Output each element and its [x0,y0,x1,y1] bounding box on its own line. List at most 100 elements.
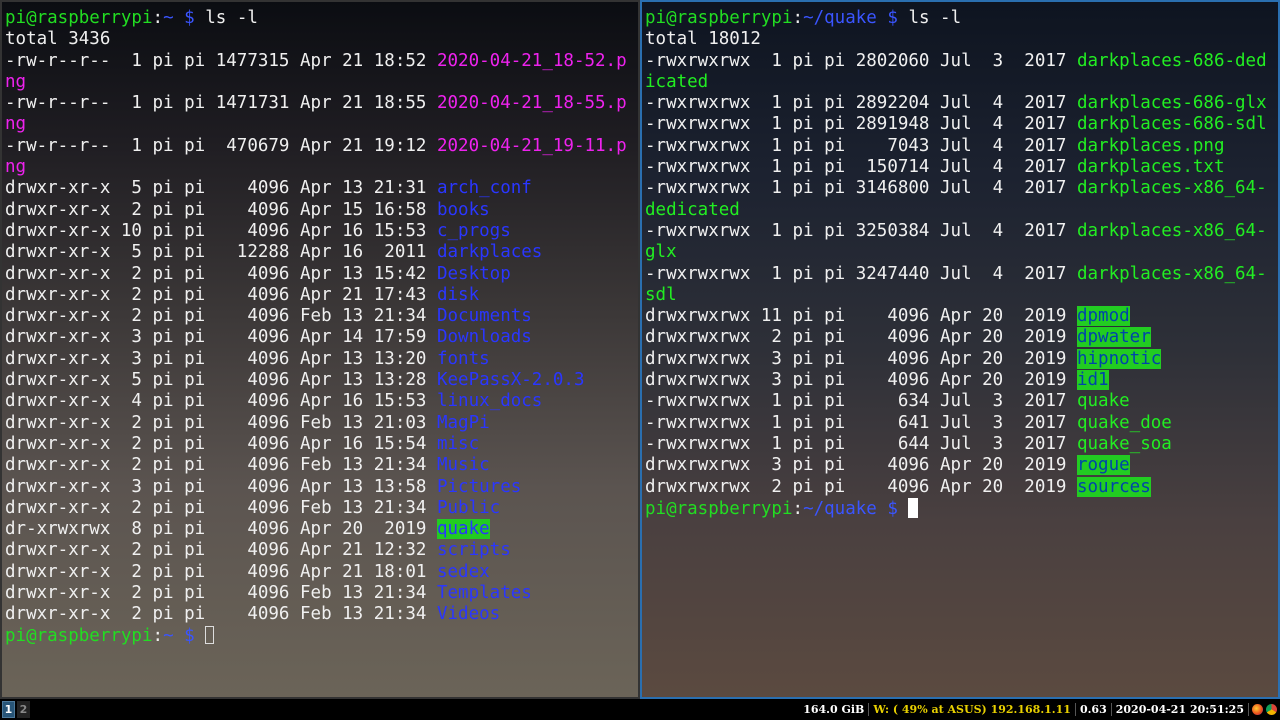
file-meta: drwxrwxrwx 3 pi pi 4096 Apr 20 2019 [645,455,1077,476]
file-name: quake [436,519,490,540]
file-name: darkplaces [436,242,543,263]
prompt-separator: : [152,625,164,646]
file-name: Videos [436,604,501,625]
file-meta: -rwxrwxrwx 1 pi pi 7043 Jul 4 2017 [645,135,1077,156]
file-meta: -rwxrwxrwx 1 pi pi 150714 Jul 4 2017 [645,157,1077,178]
listing-row: drwxrwxrwx 3 pi pi 4096 Apr 20 2019 rogu… [645,455,1275,476]
file-name: quake_doe [1076,412,1172,433]
file-name: fonts [436,348,490,369]
prompt-line: pi@raspberrypi:~/quake $ [645,497,1275,519]
file-meta: drwxr-xr-x 2 pi pi 4096 Apr 21 17:43 [5,284,437,305]
prompt-line: pi@raspberrypi:~ $ ls -l [5,8,635,29]
file-name: MagPi [436,412,490,433]
file-meta: drwxr-xr-x 3 pi pi 4096 Apr 13 13:20 [5,348,437,369]
file-meta: -rwxrwxrwx 1 pi pi 3146800 Jul 4 2017 [645,178,1077,199]
listing-row: -rwxrwxrwx 1 pi pi 3247440 Jul 4 2017 da… [645,264,1275,285]
listing-row: drwxrwxrwx 11 pi pi 4096 Apr 20 2019 dpm… [645,306,1275,327]
prompt-path: ~/quake [803,498,877,519]
system-tray [1249,704,1280,715]
prompt-dollar: $ [173,8,206,28]
cursor [205,625,215,644]
file-name: sources [1076,476,1151,497]
listing-row: drwxr-xr-x 10 pi pi 4096 Apr 16 15:53 c_… [5,221,635,242]
file-meta: drwxr-xr-x 3 pi pi 4096 Apr 14 17:59 [5,327,437,348]
file-name: darkplaces-x86_64- [1076,178,1267,199]
listing-row: -rw-r--r-- 1 pi pi 1471731 Apr 21 18:55 … [5,93,635,114]
prompt-dollar: $ [173,625,206,646]
listing-row: -rw-r--r-- 1 pi pi 470679 Apr 21 19:12 2… [5,136,635,157]
file-name: id1 [1076,370,1109,391]
terminal-right[interactable]: pi@raspberrypi:~/quake $ ls -l total 1801… [640,0,1280,699]
listing-row: -rwxrwxrwx 1 pi pi 641 Jul 3 2017 quake_… [645,413,1275,434]
status-indicators: 164.0 GiB W: ( 49% at ASUS) 192.168.1.11… [799,699,1280,720]
total-line: total 3436 [5,29,111,50]
listing-row-wrap: ng [5,72,635,93]
file-name-wrap: glx [645,242,677,263]
listing-row: drwxrwxrwx 3 pi pi 4096 Apr 20 2019 id1 [645,370,1275,391]
file-name: darkplaces-x86_64- [1076,263,1267,284]
command-text: ls -l [205,8,258,28]
file-meta: drwxrwxrwx 11 pi pi 4096 Apr 20 2019 [645,306,1077,327]
disk-free-indicator: 164.0 GiB [799,703,870,716]
chromium-icon[interactable] [1266,704,1277,715]
file-meta: -rw-r--r-- 1 pi pi 470679 Apr 21 19:12 [5,135,437,156]
file-name: quake [1076,391,1130,412]
listing-row: -rwxrwxrwx 1 pi pi 2891948 Jul 4 2017 da… [645,114,1275,135]
listing-row: drwxrwxrwx 2 pi pi 4096 Apr 20 2019 sour… [645,476,1275,498]
listing-row-wrap: icated [645,72,1275,93]
listing-row: drwxr-xr-x 3 pi pi 4096 Apr 13 13:58 Pic… [5,477,635,498]
file-name: linux_docs [436,391,543,412]
file-meta: drwxr-xr-x 10 pi pi 4096 Apr 16 15:53 [5,220,437,241]
workspace-button-1[interactable]: 1 [2,701,15,718]
listing-row: drwxr-xr-x 2 pi pi 4096 Apr 13 15:42 Des… [5,264,635,285]
listing-row: drwxr-xr-x 2 pi pi 4096 Feb 13 21:34 Pub… [5,498,635,519]
file-meta: drwxr-xr-x 2 pi pi 4096 Feb 13 21:34 [5,455,437,476]
terminal-left[interactable]: pi@raspberrypi:~ $ ls -l total 3436 -rw-r-… [0,0,640,699]
cursor [908,497,919,518]
file-meta: drwxr-xr-x 5 pi pi 4096 Apr 13 13:28 [5,370,437,391]
file-name-wrap: ng [5,157,27,178]
file-name: 2020-04-21_18-55.p [436,93,627,114]
listing-row: drwxr-xr-x 2 pi pi 4096 Apr 15 16:58 boo… [5,200,635,221]
file-name: Templates [436,583,532,604]
file-name: Music [436,455,490,476]
listing-row: -rwxrwxrwx 1 pi pi 150714 Jul 4 2017 dar… [645,157,1275,178]
listing-row: drwxr-xr-x 2 pi pi 4096 Feb 13 21:34 Vid… [5,604,635,625]
file-name: KeePassX-2.0.3 [436,370,585,391]
file-name: Desktop [436,263,511,284]
file-name: darkplaces-686-sdl [1076,114,1267,135]
workspace-button-2[interactable]: 2 [17,701,30,718]
listing-row: drwxr-xr-x 5 pi pi 4096 Apr 13 21:31 arc… [5,178,635,199]
file-name: disk [436,284,480,305]
listing-row: drwxr-xr-x 2 pi pi 4096 Feb 13 21:03 Mag… [5,413,635,434]
file-name: arch_conf [436,178,532,199]
firefox-icon[interactable] [1252,704,1263,715]
listing-row: drwxr-xr-x 5 pi pi 12288 Apr 16 2011 dar… [5,242,635,263]
file-meta: -rwxrwxrwx 1 pi pi 2802060 Jul 3 2017 [645,50,1077,71]
listing-row: drwxr-xr-x 3 pi pi 4096 Apr 13 13:20 fon… [5,349,635,370]
status-bar: 1 2 164.0 GiB W: ( 49% at ASUS) 192.168.… [0,699,1280,720]
file-name: 2020-04-21_18-52.p [436,50,627,71]
listing-row: drwxr-xr-x 2 pi pi 4096 Apr 21 17:43 dis… [5,285,635,306]
listing-row: drwxr-xr-x 4 pi pi 4096 Apr 16 15:53 lin… [5,391,635,412]
wifi-indicator: W: ( 49% at ASUS) 192.168.1.11 [869,703,1076,716]
listing-row: -rwxrwxrwx 1 pi pi 2802060 Jul 3 2017 da… [645,51,1275,72]
listing-row: -rwxrwxrwx 1 pi pi 3146800 Jul 4 2017 da… [645,178,1275,199]
prompt-separator: : [792,498,804,519]
prompt-line: pi@raspberrypi:~ $ [5,625,635,647]
listing-row: drwxr-xr-x 2 pi pi 4096 Apr 16 15:54 mis… [5,434,635,455]
prompt-separator: : [792,8,804,28]
listing-row: -rwxrwxrwx 1 pi pi 7043 Jul 4 2017 darkp… [645,136,1275,157]
file-meta: drwxr-xr-x 2 pi pi 4096 Apr 13 15:42 [5,263,437,284]
file-name-wrap: sdl [645,284,677,305]
listing-row: drwxr-xr-x 2 pi pi 4096 Feb 13 21:34 Mus… [5,455,635,476]
listing-row: drwxr-xr-x 2 pi pi 4096 Feb 13 21:34 Tem… [5,583,635,604]
file-meta: drwxrwxrwx 3 pi pi 4096 Apr 20 2019 [645,348,1077,369]
file-meta: drwxr-xr-x 2 pi pi 4096 Feb 13 21:34 [5,497,437,518]
file-meta: drwxrwxrwx 3 pi pi 4096 Apr 20 2019 [645,370,1077,391]
listing-row: -rwxrwxrwx 1 pi pi 644 Jul 3 2017 quake_… [645,434,1275,455]
file-name: rogue [1076,455,1130,476]
file-meta: drwxr-xr-x 2 pi pi 4096 Apr 21 18:01 [5,561,437,582]
file-name: hipnotic [1076,348,1162,369]
file-name-wrap: ng [5,71,27,92]
